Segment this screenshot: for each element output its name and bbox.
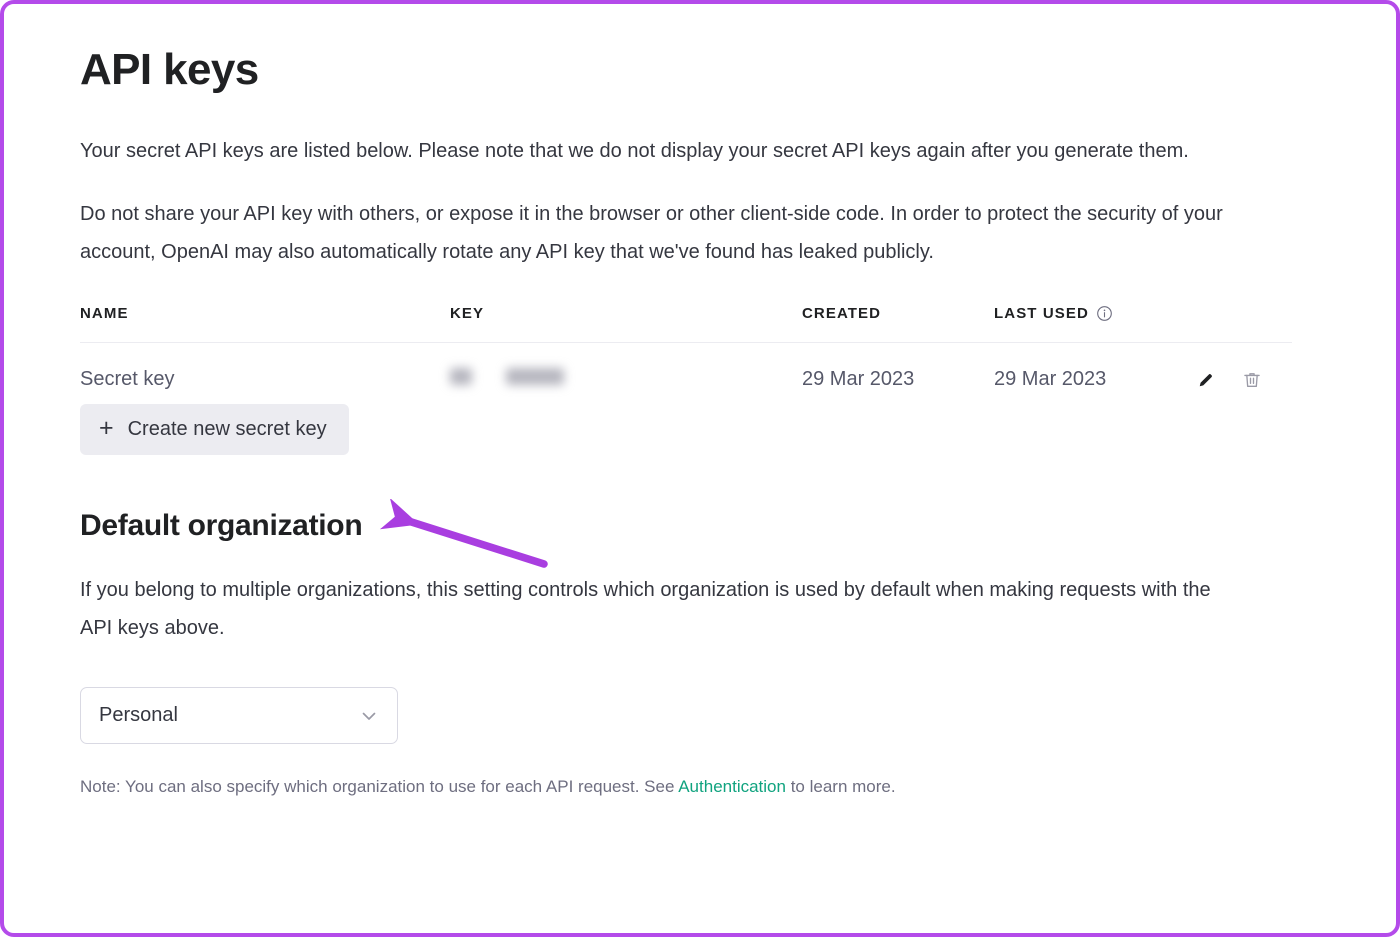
default-organization-section: Default organization If you belong to mu… (80, 511, 1286, 800)
plus-icon: + (99, 414, 114, 442)
column-header-created: CREATED (802, 305, 994, 343)
column-header-last-used-label: LAST USED (994, 305, 1089, 322)
column-header-last-used: LAST USED (994, 305, 1190, 343)
pencil-icon (1196, 370, 1216, 390)
cell-key-name: Secret key (80, 368, 175, 390)
chevron-down-icon (357, 704, 381, 728)
annotated-screenshot-frame: API keys Your secret API keys are listed… (0, 0, 1400, 937)
row-action-group (1190, 370, 1292, 390)
column-header-name-label: NAME (80, 305, 129, 322)
cell-key-value (450, 343, 802, 392)
default-organization-selected-value: Personal (99, 704, 178, 726)
info-circle-icon[interactable] (1096, 305, 1113, 322)
redacted-key-chunk (506, 368, 564, 385)
api-keys-page: API keys Your secret API keys are listed… (80, 4, 1292, 800)
default-organization-select[interactable]: Personal (80, 687, 398, 744)
column-header-key: KEY (450, 305, 802, 343)
authentication-link[interactable]: Authentication (678, 777, 786, 796)
security-warning-paragraph: Do not share your API key with others, o… (80, 203, 1223, 263)
cell-last-used-date: 29 Mar 2023 (994, 368, 1107, 390)
cell-row-actions (1190, 343, 1292, 392)
default-organization-description: If you belong to multiple organizations,… (80, 579, 1211, 639)
organization-note-suffix: to learn more. (785, 777, 896, 796)
trash-icon (1242, 370, 1262, 390)
column-header-actions (1190, 305, 1292, 343)
column-header-key-label: KEY (450, 305, 485, 322)
table-header-row: NAME KEY CREATED LAST USED (80, 305, 1292, 343)
create-new-secret-key-button[interactable]: + Create new secret key (80, 404, 349, 455)
edit-key-button[interactable] (1196, 370, 1216, 390)
column-header-created-label: CREATED (802, 305, 882, 322)
redacted-key-chunk (450, 368, 472, 385)
organization-note: Note: You can also specify which organiz… (80, 774, 1286, 800)
delete-key-button[interactable] (1242, 370, 1262, 390)
column-header-name: NAME (80, 305, 450, 343)
create-new-secret-key-label: Create new secret key (127, 418, 327, 440)
redacted-key-value (450, 368, 564, 385)
api-keys-table: NAME KEY CREATED LAST USED Secret key 29… (80, 305, 1292, 391)
default-organization-title: Default organization (80, 509, 363, 542)
organization-note-prefix: Note: You can also specify which organiz… (80, 777, 679, 796)
cell-created-date: 29 Mar 2023 (802, 368, 915, 390)
page-title: API keys (80, 45, 259, 94)
intro-paragraph: Your secret API keys are listed below. P… (80, 140, 1189, 162)
table-row: Secret key 29 Mar 2023 29 Mar 2023 (80, 343, 1292, 392)
